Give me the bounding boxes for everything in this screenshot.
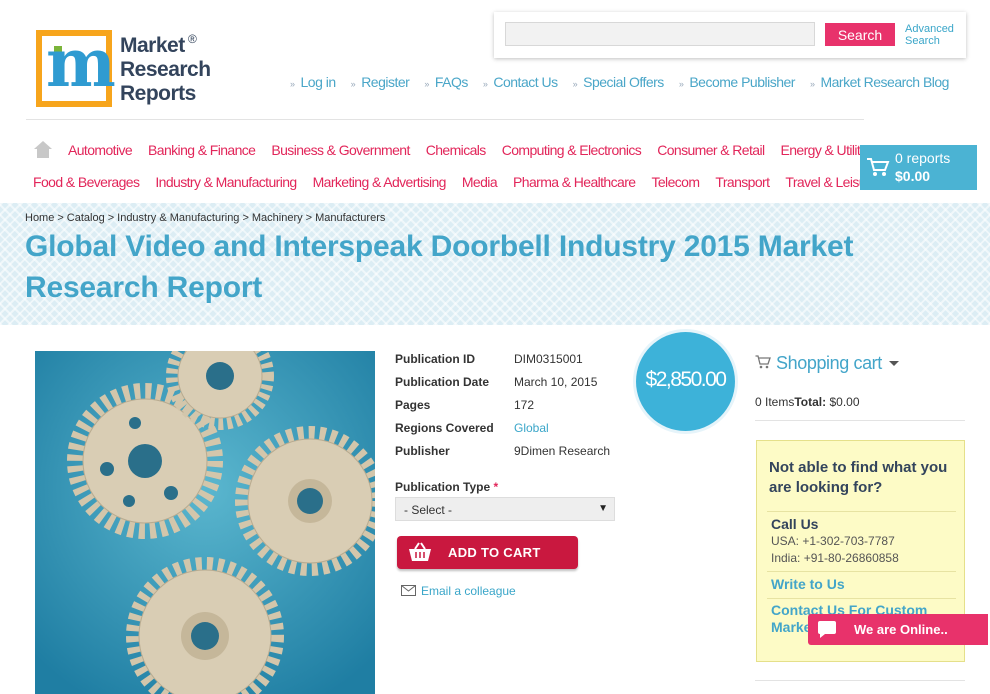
login-link[interactable]: » Log in <box>290 74 336 94</box>
header-divider <box>26 119 864 120</box>
publication-type-label: Publication Type * <box>395 480 499 494</box>
register-link[interactable]: » Register <box>351 74 410 94</box>
shopping-cart-toggle[interactable]: Shopping cart <box>776 353 882 374</box>
email-colleague-link[interactable]: Email a colleague <box>421 584 516 598</box>
category-media[interactable]: Media <box>462 174 498 194</box>
cart-icon <box>867 158 890 176</box>
category-computing-electronics[interactable]: Computing & Electronics <box>502 142 642 162</box>
breadcrumb-catalog[interactable]: Catalog <box>67 212 105 224</box>
breadcrumb-machinery[interactable]: Machinery <box>252 212 303 224</box>
chevron-down-icon: ▼ <box>598 503 608 514</box>
registered-mark: ® <box>188 32 197 46</box>
phone-india: India: +91-80-26860858 <box>771 551 899 565</box>
become-publisher-link[interactable]: » Become Publisher <box>678 74 796 94</box>
cart-icon <box>755 355 771 369</box>
chevron-right-icon: » <box>424 79 429 89</box>
search-input[interactable] <box>505 22 815 46</box>
regions-link[interactable]: Global <box>514 421 549 435</box>
breadcrumb: Home > Catalog > Industry & Manufacturing > Ma… <box>25 212 386 224</box>
category-menu-row-1: Automotive Banking & Finance Business & … <box>68 142 892 162</box>
cart-count: 0 reports <box>895 150 951 166</box>
chevron-right-icon: » <box>572 79 578 89</box>
sidebar-divider <box>755 420 965 421</box>
product-image <box>35 351 375 694</box>
home-icon[interactable] <box>34 141 52 159</box>
breadcrumb-manufacturers[interactable]: Manufacturers <box>315 212 385 224</box>
blog-link[interactable]: » Market Research Blog <box>809 74 950 94</box>
chat-icon <box>818 621 836 638</box>
category-consumer-retail[interactable]: Consumer & Retail <box>657 142 765 162</box>
basket-icon <box>409 542 431 561</box>
cart-summary: 0 ItemsTotal: $0.00 <box>755 395 860 409</box>
category-marketing-advertising[interactable]: Marketing & Advertising <box>313 174 447 194</box>
logo-mark: m <box>36 30 116 107</box>
page-title: Global Video and Interspeak Doorbell Ind… <box>25 230 854 304</box>
top-nav: » Log in » Register » FAQs » Contact Us » Spe… <box>290 74 964 94</box>
add-to-cart-button[interactable]: ADD TO CART <box>397 536 578 569</box>
chevron-right-icon: » <box>350 79 356 89</box>
chevron-right-icon: » <box>482 79 488 89</box>
category-food-beverages[interactable]: Food & Beverages <box>33 174 140 194</box>
cart-total: $0.00 <box>895 168 931 184</box>
category-automotive[interactable]: Automotive <box>68 142 133 162</box>
price-badge: $2,850.00 <box>636 332 735 431</box>
chevron-down-icon[interactable] <box>889 361 899 366</box>
category-menu-row-2: Food & Beverages Industry & Manufacturin… <box>33 174 893 194</box>
faqs-link[interactable]: » FAQs <box>424 74 468 94</box>
breadcrumb-industry[interactable]: Industry & Manufacturing <box>117 212 239 224</box>
category-business-government[interactable]: Business & Government <box>271 142 410 162</box>
price: $2,850.00 <box>645 368 727 391</box>
write-to-us-link[interactable]: Write to Us <box>771 576 845 592</box>
phone-usa: USA: +1-302-703-7787 <box>771 534 895 548</box>
advanced-search-link[interactable]: Advanced Search <box>905 23 961 47</box>
gears-illustration <box>35 351 375 694</box>
breadcrumb-home[interactable]: Home <box>25 212 54 224</box>
category-banking-finance[interactable]: Banking & Finance <box>148 142 256 162</box>
contact-us-link[interactable]: » Contact Us <box>483 74 558 94</box>
call-us-heading: Call Us <box>771 516 819 532</box>
live-chat-button[interactable]: We are Online.. <box>808 614 988 645</box>
category-pharma-healthcare[interactable]: Pharma & Healthcare <box>513 174 636 194</box>
search-button[interactable]: Search <box>825 23 895 46</box>
category-transport[interactable]: Transport <box>715 174 770 194</box>
chevron-right-icon: » <box>290 79 295 89</box>
category-industry-manufacturing[interactable]: Industry & Manufacturing <box>155 174 297 194</box>
special-offers-link[interactable]: » Special Offers <box>572 74 665 94</box>
site-logo[interactable]: m Market Research Reports ® <box>36 30 211 110</box>
help-title: Not able to find what you are looking fo… <box>769 459 948 496</box>
chevron-right-icon: » <box>678 79 684 89</box>
chevron-right-icon: » <box>809 79 815 89</box>
search-bar: Search Advanced Search <box>494 12 966 58</box>
publication-type-select[interactable]: - Select - ▼ <box>395 497 615 521</box>
email-icon <box>401 585 416 596</box>
category-chemicals[interactable]: Chemicals <box>426 142 487 162</box>
category-telecom[interactable]: Telecom <box>651 174 700 194</box>
header-cart-button[interactable]: 0 reports $0.00 <box>860 145 977 190</box>
